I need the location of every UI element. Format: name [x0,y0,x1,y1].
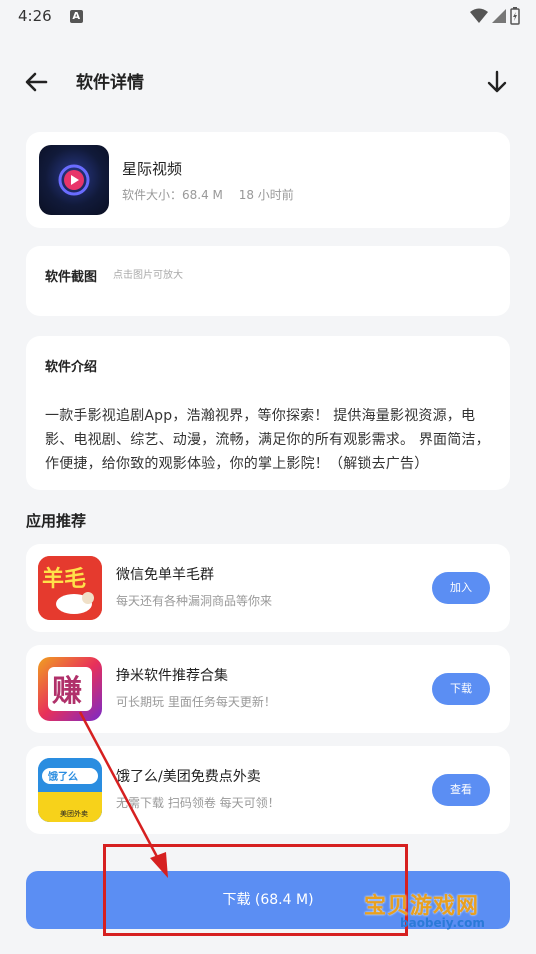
rec-desc: 可长期玩 里面任务每天更新！ [116,695,276,709]
earn-icon: 赚 [38,657,102,721]
notification-icon: A [69,9,83,23]
intro-text: 一款手影视追剧App，浩瀚视界，等你探索！ 提供海量影视资源，电影、电视剧、综艺… [45,408,490,472]
play-icon [58,164,90,196]
sheep-wool-icon: 羊毛 [38,556,102,620]
app-size: 软件大小：68.4 M [122,188,223,202]
rec-desc: 每天还有各种漏洞商品等你来 [116,594,273,608]
rec-desc: 无需下载 扫码领卷 每天可领！ [116,796,280,810]
screenshots-title: 软件截图 [45,270,98,285]
view-button[interactable]: 查看 [432,774,490,806]
app-icon [39,145,109,215]
app-updated: 18 小时前 [238,188,294,202]
join-button[interactable]: 加入 [432,572,490,604]
icon-text-1: 羊毛 [42,566,86,592]
wifi-icon [470,8,488,23]
download-button-main[interactable]: 下载 (68.4 M) [26,871,510,929]
intro-title: 软件介绍 [45,360,98,375]
status-icons [470,7,520,25]
battery-icon [510,7,520,25]
rec-name: 微信免单羊毛群 [116,567,214,583]
app-name: 星际视频 [122,160,183,178]
recommend-title: 应用推荐 [26,512,87,530]
app-meta: 软件大小：68.4 M 18 小时前 [122,186,294,203]
icon-text-3: 饿了么 [47,770,78,783]
page-title: 软件详情 [76,73,144,93]
takeaway-icon: 饿了么 美团外卖 [38,758,102,822]
app-info-card: 星际视频 软件大小：68.4 M 18 小时前 [26,132,510,228]
icon-subtext-3: 美团外卖 [60,809,88,818]
download-button[interactable]: 下载 [432,673,490,705]
status-time: 4:26 [18,7,52,25]
rec-name: 挣米软件推荐合集 [116,668,228,684]
intro-card: 软件介绍 一款手影视追剧App，浩瀚视界，等你探索！ 提供海量影视资源，电影、电… [26,336,510,490]
screenshots-card[interactable]: 软件截图 点击图片可放大 [26,246,510,316]
icon-text-2: 赚 [52,674,82,709]
rec-name: 饿了么/美团免费点外卖 [116,769,261,785]
list-item[interactable]: 赚 挣米软件推荐合集 可长期玩 里面任务每天更新！ 下载 [26,645,510,733]
back-arrow-icon[interactable] [20,66,52,98]
download-arrow-icon[interactable] [482,66,512,98]
signal-icon [492,9,506,23]
list-item[interactable]: 饿了么 美团外卖 饿了么/美团免费点外卖 无需下载 扫码领卷 每天可领！ 查看 [26,746,510,834]
screenshots-hint: 点击图片可放大 [113,270,183,281]
status-bar: 4:26 A [0,0,536,32]
top-bar: 软件详情 [0,56,536,106]
list-item[interactable]: 羊毛 微信免单羊毛群 每天还有各种漏洞商品等你来 加入 [26,544,510,632]
